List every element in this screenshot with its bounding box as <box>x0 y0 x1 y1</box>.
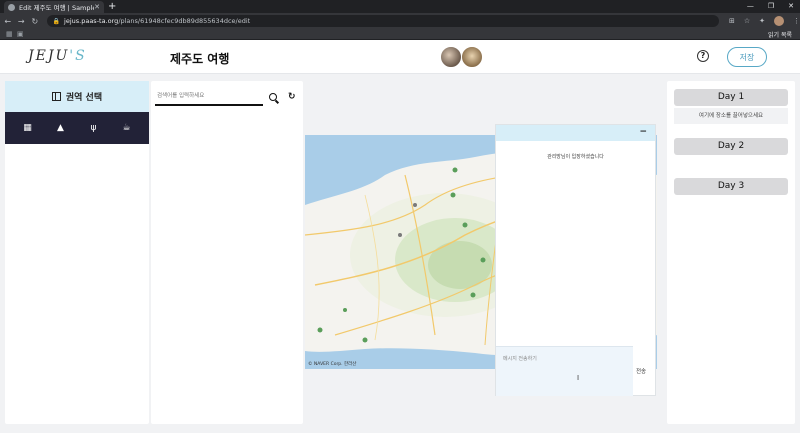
lock-icon: 🔒 <box>52 17 61 25</box>
star-icon[interactable]: ☆ <box>744 17 750 25</box>
chat-window: − 관리방님이 입장하셨습니다 메시지 전송하기 I 전송 <box>495 124 656 396</box>
search-panel: ↻ <box>151 81 303 424</box>
minimize-chat-icon[interactable]: − <box>639 127 647 137</box>
reload-icon[interactable]: ↻ <box>29 17 41 26</box>
search-icon[interactable] <box>269 93 277 101</box>
mountain-icon[interactable]: ▲ <box>52 123 70 133</box>
browser-tab[interactable]: Edit 제주도 여행 | Sample ✕ <box>4 1 104 13</box>
logo-accent: 'S <box>69 48 87 64</box>
close-window-icon[interactable]: ✕ <box>788 2 794 10</box>
day-1-button[interactable]: Day 1 <box>674 89 788 106</box>
cafe-icon[interactable]: ☕ <box>118 123 136 133</box>
forward-icon[interactable]: → <box>16 17 28 26</box>
map-credit: © NAVER Corp. 한라산 <box>308 362 357 367</box>
logo-text: JEJU <box>28 48 70 64</box>
close-tab-icon[interactable]: ✕ <box>94 3 100 11</box>
url-host: jejus.paas-ta.org <box>64 17 119 25</box>
logo[interactable]: JEJU'S <box>28 48 87 64</box>
map-icon <box>51 92 61 101</box>
search-row: ↻ <box>155 87 299 107</box>
profile-avatar[interactable] <box>773 16 784 26</box>
restore-icon[interactable]: ❐ <box>768 2 774 10</box>
text-cursor-icon: I <box>577 374 580 382</box>
app-header: JEJU'S 제주도 여행 ? 저장 <box>0 40 800 74</box>
url-path: /plans/61948cfec9db89d855634dce/edit <box>118 17 251 25</box>
reading-list[interactable]: 읽기 목록 <box>768 30 792 39</box>
chat-header: − <box>496 125 655 141</box>
grid-icon[interactable]: ▦ <box>19 123 37 133</box>
translate-icon[interactable]: ⊞ <box>729 17 735 25</box>
browser-tabbar: Edit 제주도 여행 | Sample ✕ + — ❐ ✕ <box>0 0 800 13</box>
bookmarks-bar: ▦ ▣ 읽기 목록 <box>0 29 800 40</box>
address-bar: ← → ↻ 🔒 jejus.paas-ta.org /plans/61948cf… <box>0 13 800 29</box>
region-select-label: 권역 선택 <box>65 93 103 103</box>
category-bar: ▦ ▲ ψ ☕ <box>5 112 149 144</box>
participant-avatars <box>440 46 483 68</box>
day-1-dropzone[interactable]: 여기에 장소를 끌어넣으세요 <box>674 108 788 124</box>
browser-toolbar-icons: ⊞ ☆ ✦ ⋮ <box>729 16 800 26</box>
search-input[interactable] <box>155 88 263 106</box>
extension-icon[interactable]: ✦ <box>759 17 765 25</box>
restaurant-icon[interactable]: ψ <box>85 123 103 133</box>
menu-icon[interactable]: ⋮ <box>793 17 800 25</box>
url-field[interactable]: 🔒 jejus.paas-ta.org /plans/61948cfec9db8… <box>46 15 719 27</box>
region-panel: 권역 선택 ▦ ▲ ψ ☕ <box>5 81 149 424</box>
window-controls: — ❐ ✕ <box>747 2 794 10</box>
refresh-icon[interactable]: ↻ <box>288 92 296 102</box>
new-tab-button[interactable]: + <box>108 1 116 12</box>
chat-input[interactable]: 메시지 전송하기 I <box>496 346 633 396</box>
day-panel: Day 1 여기에 장소를 끌어넣으세요 Day 2 Day 3 <box>667 81 795 424</box>
tab-title: Edit 제주도 여행 | Sample <box>19 4 95 12</box>
chat-placeholder: 메시지 전송하기 <box>503 356 537 362</box>
apps-icon[interactable]: ▦ ▣ <box>6 30 24 38</box>
region-select-header[interactable]: 권역 선택 <box>5 81 149 112</box>
minimize-icon[interactable]: — <box>747 2 754 10</box>
plan-title: 제주도 여행 <box>170 52 230 66</box>
chat-notice: 관리방님이 입장하셨습니다 <box>547 154 604 160</box>
globe-icon <box>8 3 15 11</box>
save-button[interactable]: 저장 <box>727 47 767 67</box>
day-3-button[interactable]: Day 3 <box>674 178 788 195</box>
back-icon[interactable]: ← <box>2 17 14 26</box>
day-2-button[interactable]: Day 2 <box>674 138 788 155</box>
avatar[interactable] <box>461 46 483 68</box>
avatar[interactable] <box>440 46 462 68</box>
help-icon[interactable]: ? <box>697 50 709 62</box>
send-button[interactable]: 전송 <box>636 367 646 375</box>
